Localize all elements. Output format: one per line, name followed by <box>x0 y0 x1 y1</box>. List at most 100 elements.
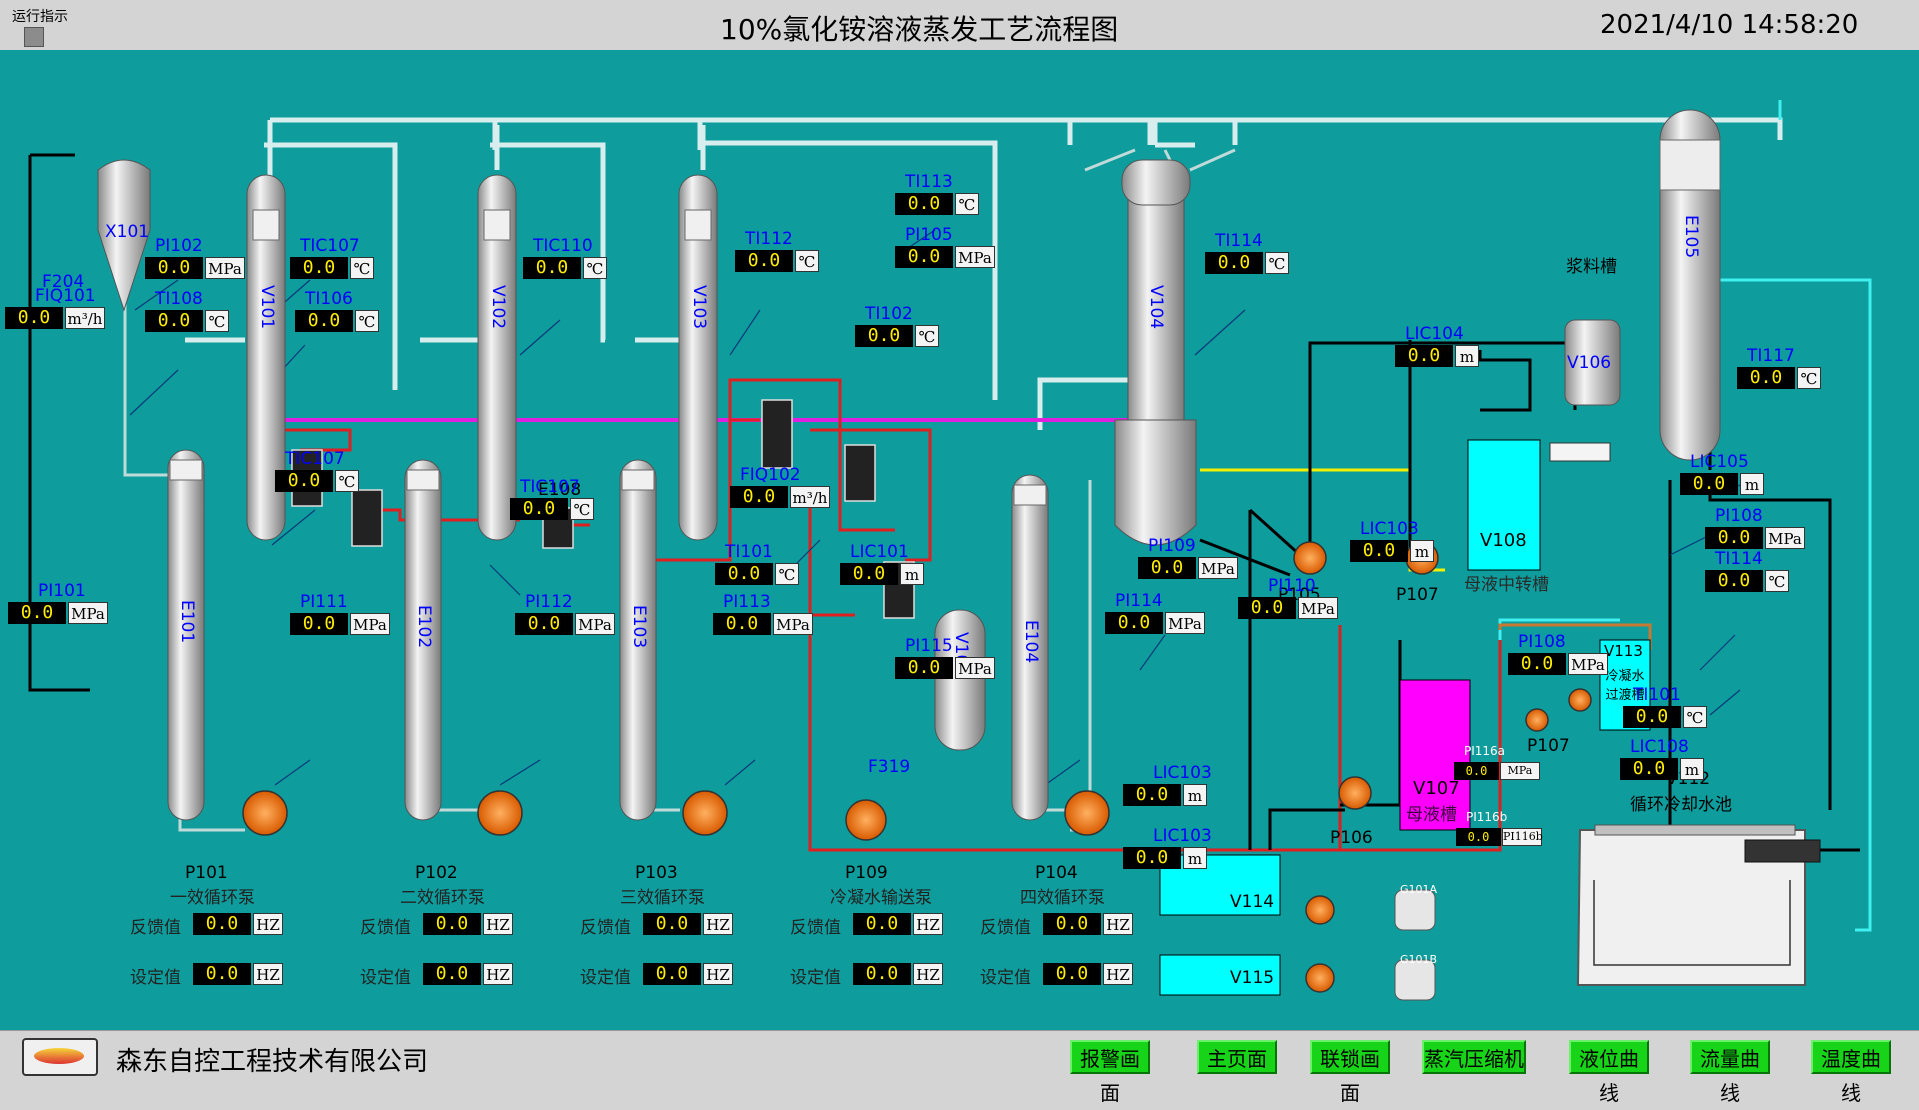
instrument-unit: ℃ <box>1265 252 1289 274</box>
flow-trend-button[interactable]: 流量曲线 <box>1690 1040 1770 1105</box>
feedback-value: 0.0 <box>853 913 911 935</box>
temperature-trend-button[interactable]: 温度曲线 <box>1811 1040 1891 1105</box>
v102-text: V102 <box>488 285 508 330</box>
instrument-tag: PI112 <box>525 592 573 612</box>
pump-p107-label: P107 <box>1396 585 1439 605</box>
instrument-tag: TI112 <box>745 229 793 249</box>
setpoint-label: 设定值 <box>130 968 181 988</box>
instrument-tag: TI101 <box>725 542 773 562</box>
instrument-unit: PI116b <box>1502 828 1543 846</box>
instrument-value: 0.0 <box>1350 540 1408 562</box>
setpoint-label: 设定值 <box>980 968 1031 988</box>
e105-text: E105 <box>1681 215 1701 259</box>
pump-panel-tag: P109 <box>845 863 888 883</box>
instrument-unit: m <box>1455 345 1479 367</box>
feedback-label: 反馈值 <box>360 918 411 938</box>
instrument-tag: PI115 <box>905 636 953 656</box>
instrument-tag: LIC103 <box>1153 763 1212 783</box>
company-logo <box>22 1038 98 1076</box>
instrument-value: 0.0 <box>275 470 333 492</box>
instrument-unit: MPa <box>575 613 615 635</box>
page-title: 10%氯化铵溶液蒸发工艺流程图 <box>720 13 1119 46</box>
instrument-value: 0.0 <box>895 657 953 679</box>
instrument-tag: LIC103 <box>1153 826 1212 846</box>
instrument-unit: m³/h <box>65 307 105 329</box>
instrument-unit: MPa <box>350 613 390 635</box>
instrument-unit: MPa <box>1765 527 1805 549</box>
process-canvas: V101 V102 V103 V104 E105 E101 E102 E103 … <box>0 50 1919 1030</box>
instrument-tag: FIQ102 <box>740 465 801 485</box>
instrument-unit: m³/h <box>790 486 830 508</box>
v112-desc: 循环冷却水池 <box>1630 795 1732 815</box>
instrument-value: 0.0 <box>1105 612 1163 634</box>
main-page-button[interactable]: 主页面 <box>1197 1040 1277 1074</box>
instrument-value: 0.0 <box>145 257 203 279</box>
instrument-unit: ℃ <box>915 325 939 347</box>
vessel-v113-label: V113 <box>1604 642 1643 660</box>
feedback-value: 0.0 <box>193 913 251 935</box>
instrument-unit: ℃ <box>795 250 819 272</box>
steam-compressor-button[interactable]: 蒸汽压缩机 <box>1422 1040 1526 1074</box>
instrument-tag: LIC108 <box>1630 737 1689 757</box>
instrument-value: 0.0 <box>1456 828 1501 846</box>
steam-pipes <box>185 117 1783 430</box>
v104-text: V104 <box>1146 285 1166 330</box>
instrument-tag: PI109 <box>1148 536 1196 556</box>
instrument-tag: PI101 <box>38 581 86 601</box>
pump-panel-name: 冷凝水输送泵 <box>830 888 932 908</box>
setpoint-label: 设定值 <box>580 968 631 988</box>
instrument-unit: ℃ <box>570 498 594 520</box>
instrument-value: 0.0 <box>1395 345 1453 367</box>
instrument-unit: ℃ <box>335 470 359 492</box>
instrument-value: 0.0 <box>1620 758 1678 780</box>
instrument-tag: PI102 <box>155 236 203 256</box>
e104-text: E104 <box>1021 620 1041 664</box>
feedback-unit: HZ <box>483 913 513 935</box>
instrument-value: 0.0 <box>1238 597 1296 619</box>
alarm-screen-button[interactable]: 报警画面 <box>1070 1040 1150 1105</box>
pump-panel-name: 四效循环泵 <box>1020 888 1105 908</box>
run-indicator-label: 运行指示 <box>12 9 68 25</box>
pump-p106-label: P106 <box>1330 828 1373 848</box>
setpoint-unit: HZ <box>1103 963 1133 985</box>
instrument-tag: TI113 <box>905 172 953 192</box>
instrument-tag: TI114 <box>1215 231 1263 251</box>
feedback-value: 0.0 <box>643 913 701 935</box>
vessel-v101-label: V101 <box>256 285 277 335</box>
logo-emblem <box>34 1048 84 1064</box>
feedback-unit: HZ <box>1103 913 1133 935</box>
instrument-value: 0.0 <box>1138 557 1196 579</box>
slurry-tank-label: 浆料槽 <box>1566 257 1617 277</box>
pump-panel-name: 二效循环泵 <box>400 888 485 908</box>
instrument-unit: MPa <box>955 246 995 268</box>
feedback-value: 0.0 <box>423 913 481 935</box>
instrument-value: 0.0 <box>145 310 203 332</box>
instrument-unit: m <box>1740 473 1764 495</box>
feedback-unit: HZ <box>703 913 733 935</box>
instrument-unit: ℃ <box>1765 570 1789 592</box>
instrument-tag: PI116b <box>1466 810 1508 824</box>
level-trend-button[interactable]: 液位曲线 <box>1569 1040 1649 1105</box>
instrument-value: 0.0 <box>735 250 793 272</box>
v108-desc: 母液中转槽 <box>1464 575 1549 595</box>
instrument-tag: TI102 <box>865 304 913 324</box>
vessel-v106-label: V106 <box>1567 353 1612 373</box>
compressor-g101a-label: G101A <box>1400 883 1438 896</box>
instrument-tag: TI106 <box>305 289 353 309</box>
pump-p107b-label: P107 <box>1527 736 1570 756</box>
instrument-value: 0.0 <box>295 310 353 332</box>
vessel-x101-label: X101 <box>105 222 150 242</box>
pump-panel-name: 一效循环泵 <box>170 888 255 908</box>
compressor-g101b-label: G101B <box>1400 953 1438 966</box>
instrument-value: 0.0 <box>1705 570 1763 592</box>
setpoint-unit: HZ <box>913 963 943 985</box>
vessel-v108-label: V108 <box>1480 530 1527 551</box>
instrument-unit: MPa <box>205 257 245 279</box>
vessel-e101-label: E101 <box>176 600 197 649</box>
instrument-unit: ℃ <box>355 310 379 332</box>
instrument-unit: m <box>1183 784 1207 806</box>
valve-f319-label: F319 <box>868 757 911 777</box>
interlock-screen-button[interactable]: 联锁画面 <box>1310 1040 1390 1105</box>
vessel-v107-label: V107 <box>1413 778 1460 799</box>
instrument-unit: m <box>1410 540 1434 562</box>
